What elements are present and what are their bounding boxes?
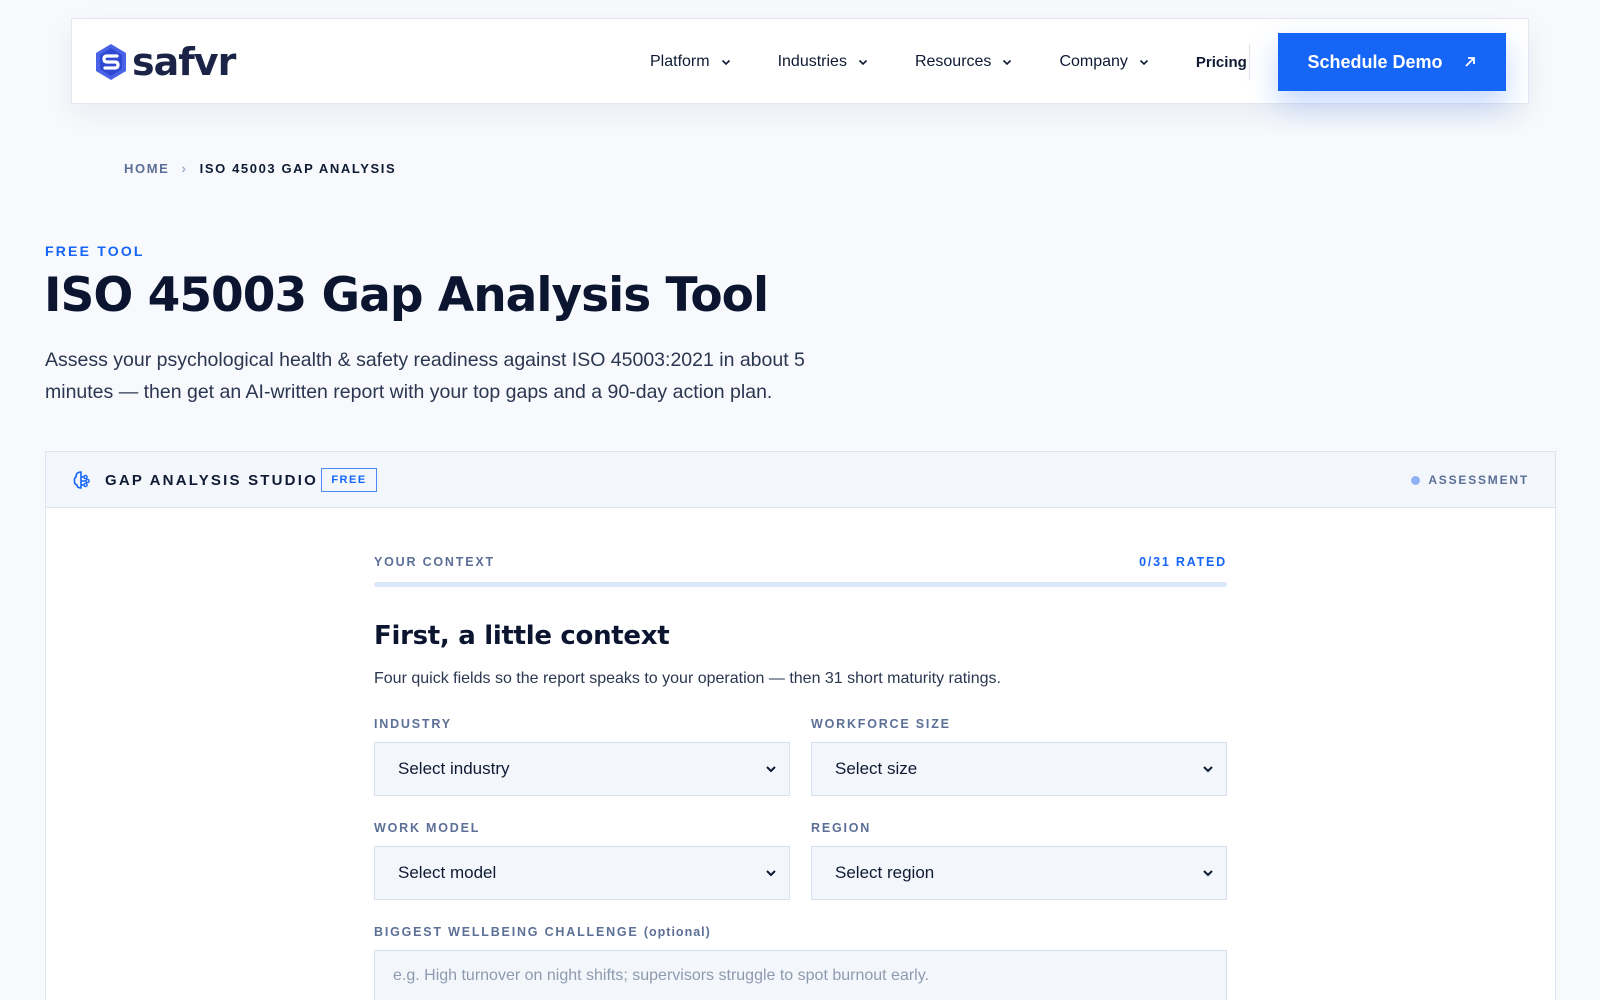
chevron-right-icon: › xyxy=(181,160,188,176)
nav-resources[interactable]: Resources xyxy=(915,53,1013,71)
safvr-logo-icon xyxy=(96,44,126,80)
page-title: ISO 45003 Gap Analysis Tool xyxy=(44,268,769,323)
chevron-down-icon xyxy=(766,870,776,877)
work-model-label: WORK MODEL xyxy=(374,821,481,835)
challenge-textarea[interactable]: e.g. High turnover on night shifts; supe… xyxy=(374,950,1227,1000)
chevron-down-icon xyxy=(1203,766,1213,773)
progress-header: YOUR CONTEXT 0/31 RATED xyxy=(374,555,1227,569)
region-select-value: Select region xyxy=(835,863,935,882)
chevron-down-icon xyxy=(721,59,730,66)
workforce-size-label: WORKFORCE SIZE xyxy=(811,717,951,731)
progress-count: 0/31 RATED xyxy=(1139,555,1227,569)
nav-industries[interactable]: Industries xyxy=(778,53,869,71)
chevron-down-icon xyxy=(1003,59,1012,66)
breadcrumb-home[interactable]: HOME xyxy=(124,161,169,176)
work-model-select[interactable]: Select model xyxy=(374,846,790,900)
nav-platform-label: Platform xyxy=(650,53,710,70)
nav-platform[interactable]: Platform xyxy=(650,53,732,71)
industry-select[interactable]: Select industry xyxy=(374,742,790,796)
assessment-status: ASSESSMENT xyxy=(1411,473,1529,487)
challenge-label-text: BIGGEST WELLBEING CHALLENGE xyxy=(374,925,639,939)
chevron-down-icon xyxy=(858,59,868,66)
logo-wordmark: safvr xyxy=(132,40,236,84)
industry-select-value: Select industry xyxy=(398,759,510,778)
hero-eyebrow: FREE TOOL xyxy=(45,243,145,259)
nav-pricing-label: Pricing xyxy=(1195,53,1247,71)
brain-icon xyxy=(73,471,90,489)
studio-title: GAP ANALYSIS STUDIO xyxy=(105,472,318,489)
form-subtitle: Four quick fields so the report speaks t… xyxy=(374,670,1001,687)
form-title: First, a little context xyxy=(374,621,670,651)
workforce-size-select[interactable]: Select size xyxy=(811,742,1227,796)
arrow-up-right-icon xyxy=(1464,57,1475,67)
free-badge: FREE xyxy=(321,468,377,492)
progress-bar xyxy=(374,582,1227,587)
chevron-down-icon xyxy=(1203,870,1213,877)
workforce-size-select-value: Select size xyxy=(835,759,918,778)
work-model-select-value: Select model xyxy=(398,863,497,882)
assessment-label: ASSESSMENT xyxy=(1428,473,1529,487)
nav-industries-label: Industries xyxy=(777,53,847,70)
region-label: REGION xyxy=(811,821,872,835)
progress-step-label: YOUR CONTEXT xyxy=(374,555,495,569)
schedule-demo-label: Schedule Demo xyxy=(1307,51,1443,72)
breadcrumb: HOME › ISO 45003 GAP ANALYSIS xyxy=(124,160,396,176)
nav-company-label: Company xyxy=(1059,53,1128,70)
industry-label: INDUSTRY xyxy=(374,717,452,731)
region-select[interactable]: Select region xyxy=(811,846,1227,900)
schedule-demo-button[interactable]: Schedule Demo xyxy=(1278,33,1506,91)
main-nav: Platform Industries Resources Company Pr… xyxy=(650,19,1250,105)
gap-analysis-studio: GAP ANALYSIS STUDIO FREE ASSESSMENT YOUR… xyxy=(45,451,1556,1000)
nav-pricing[interactable]: Pricing xyxy=(1196,54,1247,71)
breadcrumb-current: ISO 45003 GAP ANALYSIS xyxy=(199,160,397,176)
nav-divider xyxy=(1248,44,1250,80)
status-dot-icon xyxy=(1411,475,1421,485)
nav-resources-label: Resources xyxy=(914,53,992,70)
hero-subtitle: Assess your psychological health & safet… xyxy=(45,349,805,403)
studio-header: GAP ANALYSIS STUDIO FREE ASSESSMENT xyxy=(46,452,1555,508)
logo[interactable]: safvr xyxy=(94,40,236,84)
challenge-optional-tag: (optional) xyxy=(643,925,711,939)
challenge-label: BIGGEST WELLBEING CHALLENGE (optional) xyxy=(374,925,711,939)
chevron-down-icon xyxy=(1139,59,1148,66)
chevron-down-icon xyxy=(766,766,776,773)
nav-company[interactable]: Company xyxy=(1059,53,1149,71)
site-header: safvr Platform Industries Resources Comp… xyxy=(71,18,1529,104)
